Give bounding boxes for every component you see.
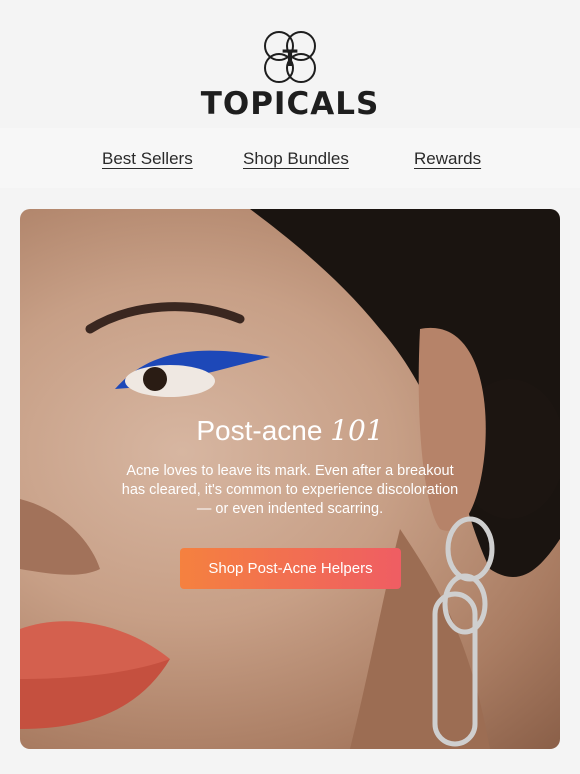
hero-body-text: Acne loves to leave its mark. Even after…	[121, 463, 459, 517]
hero-banner: Post-acne 101 Acne loves to leave its ma…	[20, 209, 560, 749]
brand-wordmark[interactable]: TOPICALS	[0, 86, 580, 122]
email-header: T TOPICALS	[0, 0, 580, 128]
nav-shop-bundles[interactable]: Shop Bundles	[243, 149, 349, 169]
topicals-logo-icon[interactable]: T	[259, 26, 321, 88]
nav-best-sellers[interactable]: Best Sellers	[102, 149, 193, 169]
top-nav: Best Sellers Shop Bundles Rewards	[0, 128, 580, 188]
nav-rewards[interactable]: Rewards	[414, 149, 481, 169]
hero-title-text: Post-acne	[196, 415, 323, 446]
hero-title: Post-acne 101	[20, 414, 560, 447]
shop-post-acne-helpers-button[interactable]: Shop Post-Acne Helpers	[180, 548, 401, 589]
hero-title-number: 101	[330, 414, 384, 447]
logo-letter: T	[282, 47, 297, 72]
